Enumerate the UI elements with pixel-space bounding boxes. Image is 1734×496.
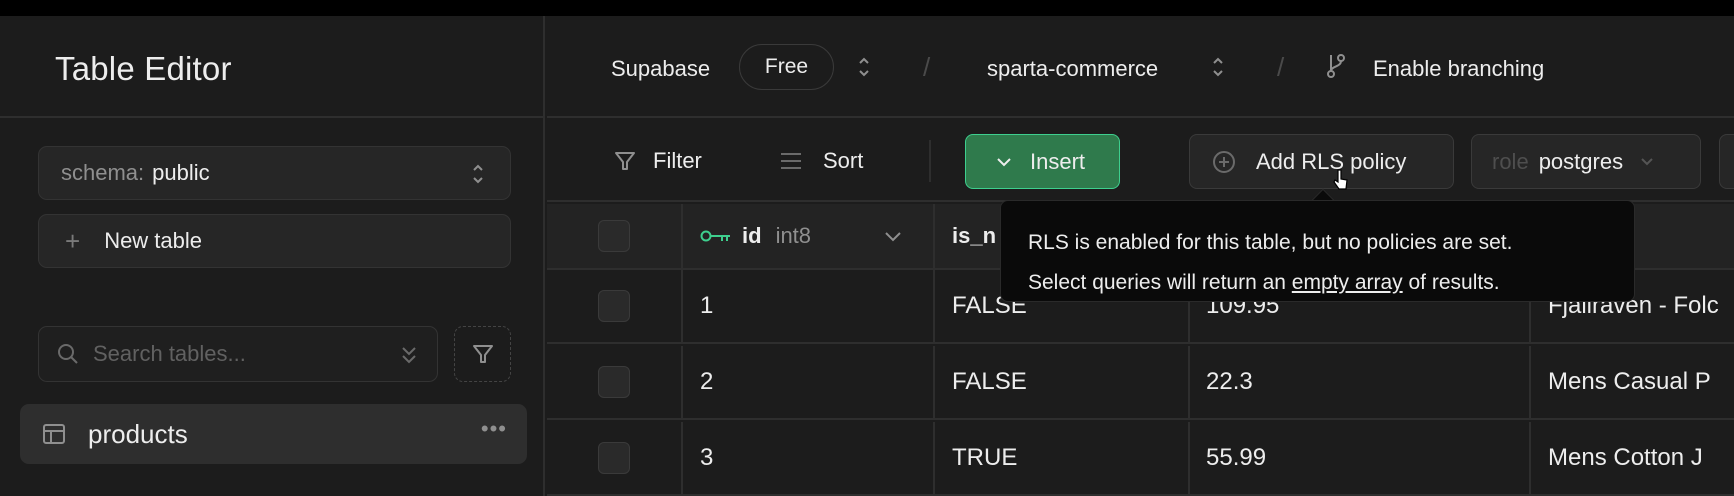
pointer-cursor-icon [1333, 169, 1348, 190]
chevron-up-down-icon[interactable] [857, 54, 871, 80]
role-label: role [1492, 148, 1529, 174]
tooltip-line-2-post: of results. [1402, 271, 1500, 294]
insert-button[interactable]: Insert [965, 134, 1120, 189]
table-row[interactable]: 3 TRUE 55.99 Mens Cotton J [547, 422, 1734, 496]
cell-price[interactable]: 22.3 [1190, 346, 1531, 418]
cell-price[interactable]: 55.99 [1190, 422, 1531, 494]
tooltip-link[interactable]: empty array [1292, 271, 1403, 294]
chevrons-down-icon [402, 347, 416, 364]
column-name: id [742, 223, 762, 248]
table-icon [43, 424, 65, 444]
new-table-label: New table [104, 228, 203, 253]
row-select-cell [547, 270, 683, 342]
sidebar-title: Table Editor [55, 50, 232, 87]
cell-is-n[interactable]: TRUE [935, 422, 1190, 494]
role-select[interactable]: role postgres [1471, 134, 1701, 189]
plus-icon: + [65, 225, 81, 256]
role-value: postgres [1538, 148, 1624, 174]
schema-select[interactable]: schema: public [38, 146, 511, 200]
row-select-cell [547, 346, 683, 418]
toolbar-divider [929, 140, 931, 182]
column-name: is_n [952, 223, 997, 248]
filter-icon [615, 152, 635, 170]
toolbar-extra-button[interactable] [1719, 134, 1734, 189]
key-icon [700, 230, 730, 242]
chevron-down-icon[interactable] [885, 232, 901, 242]
filter-tables-button[interactable] [454, 326, 511, 382]
filter-label: Filter [653, 148, 702, 173]
row-checkbox[interactable] [598, 290, 630, 322]
cell-id[interactable]: 1 [683, 270, 935, 342]
top-window-strip [0, 0, 1734, 16]
sort-button[interactable]: Sort [779, 148, 863, 174]
table-item-products[interactable]: products ••• [20, 404, 527, 464]
chevron-down-icon [997, 157, 1011, 166]
cell-title[interactable]: Mens Cotton J [1531, 422, 1734, 494]
filter-icon [472, 345, 493, 363]
table-row[interactable]: 2 FALSE 22.3 Mens Casual P [547, 346, 1734, 420]
plus-circle-icon [1213, 150, 1235, 173]
cell-is-n[interactable]: FALSE [935, 346, 1190, 418]
rls-tooltip: RLS is enabled for this table, but no po… [1000, 200, 1635, 302]
breadcrumb-separator: / [923, 52, 931, 82]
schema-value: public [152, 160, 210, 185]
insert-label: Insert [1030, 148, 1086, 174]
tooltip-line-1: RLS is enabled for this table, but no po… [1028, 231, 1513, 254]
search-tables-box[interactable] [38, 326, 438, 382]
row-select-cell [547, 422, 683, 494]
row-checkbox[interactable] [598, 442, 630, 474]
breadcrumb-project[interactable]: sparta-commerce [987, 56, 1158, 82]
add-rls-policy-button[interactable]: Add RLS policy [1189, 134, 1454, 189]
select-all-cell [547, 204, 683, 268]
chevron-down-icon [1641, 157, 1653, 165]
search-icon [58, 344, 78, 364]
sort-icon [781, 153, 801, 169]
toolbar: Filter Sort Insert Add RLS policy role p… [547, 118, 1734, 202]
search-tables-input[interactable] [93, 341, 383, 367]
breadcrumb: Supabase Free / sparta-commerce / Enable… [547, 16, 1734, 118]
schema-label: schema: [61, 160, 145, 185]
row-checkbox[interactable] [598, 366, 630, 398]
cell-title[interactable]: Mens Casual P [1531, 346, 1734, 418]
column-header-id[interactable]: id int8 [683, 204, 935, 268]
chevron-up-down-icon [473, 164, 483, 184]
filter-button[interactable]: Filter [613, 148, 702, 174]
sidebar: Table Editor schema: public + New table [0, 16, 545, 496]
table-item-label: products [88, 418, 188, 449]
tooltip-line-2: Select queries will return an empty arra… [1028, 263, 1634, 303]
select-all-checkbox[interactable] [598, 220, 630, 252]
plan-badge: Free [739, 44, 834, 90]
chevron-up-down-icon[interactable] [1211, 54, 1225, 80]
more-options-icon[interactable]: ••• [481, 416, 507, 442]
enable-branching-link[interactable]: Enable branching [1373, 56, 1544, 82]
breadcrumb-separator: / [1277, 52, 1285, 82]
column-type: int8 [775, 223, 812, 248]
cell-id[interactable]: 2 [683, 346, 935, 418]
sort-label: Sort [823, 148, 864, 173]
git-branch-icon [1327, 54, 1345, 78]
cell-id[interactable]: 3 [683, 422, 935, 494]
new-table-button[interactable]: + New table [38, 214, 511, 268]
tooltip-line-2-pre: Select queries will return an [1028, 271, 1292, 294]
sidebar-header: Table Editor [0, 16, 543, 118]
breadcrumb-org[interactable]: Supabase [611, 56, 710, 82]
